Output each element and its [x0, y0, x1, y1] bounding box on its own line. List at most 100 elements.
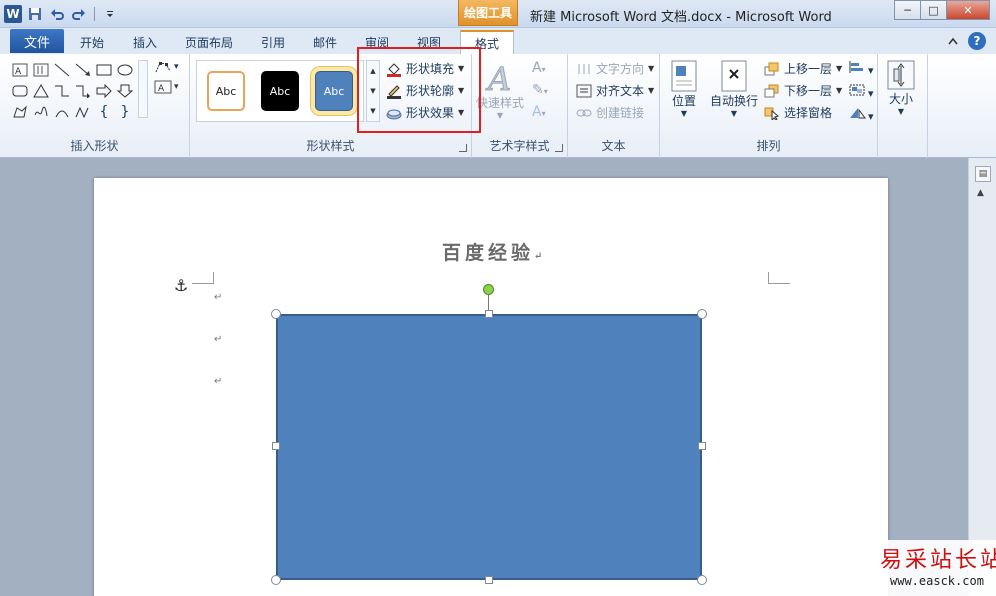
line-shape-icon[interactable] — [52, 60, 72, 80]
tab-file[interactable]: 文件 — [10, 29, 64, 53]
position-button[interactable]: 位置 ▼ — [670, 60, 698, 118]
word-app-icon[interactable]: W — [4, 5, 22, 23]
bring-forward-button[interactable]: 上移一层 ▼ — [764, 60, 842, 77]
title-bar: W 绘图工具 新建 Microsoft Word 文档.docx - Micro… — [0, 0, 996, 28]
paragraph-mark: ↵ — [534, 251, 543, 262]
blue-rectangle-shape[interactable] — [276, 314, 702, 580]
quick-styles-label: 快速样式 — [476, 96, 525, 110]
style-preset-blue[interactable]: Abc — [315, 71, 353, 111]
anchor-icon[interactable]: ⚓ — [174, 276, 188, 295]
curve-shape-icon[interactable] — [73, 102, 93, 122]
paragraph-mark: ↵ — [214, 292, 223, 303]
draw-textbox-icon[interactable]: A ▾ — [154, 80, 179, 94]
send-backward-label: 下移一层 — [784, 84, 833, 98]
right-arrow-shape-icon[interactable] — [94, 81, 114, 101]
document-page[interactable]: 百度经验↵ ⚓ ↵ ↵ ↵ — [94, 178, 888, 596]
shapes-gallery[interactable]: A { } — [10, 60, 140, 122]
text-effects-icon[interactable]: A▾ — [532, 104, 548, 120]
resize-handle-bottom-left[interactable] — [271, 575, 281, 585]
quick-styles-button[interactable]: A 快速样式 ▼ — [476, 60, 524, 120]
arrow-line-shape-icon[interactable] — [73, 60, 93, 80]
heading-text: 百度经验 — [442, 242, 535, 264]
size-label: 大小 — [888, 92, 913, 106]
triangle-shape-icon[interactable] — [31, 81, 51, 101]
freeform-shape-icon[interactable] — [10, 102, 30, 122]
wordart-dialog-launcher[interactable] — [555, 144, 563, 152]
elbow-arrow-shape-icon[interactable] — [73, 81, 93, 101]
style-preset-black[interactable]: Abc — [261, 71, 299, 111]
tab-home[interactable]: 开始 — [80, 34, 104, 51]
resize-handle-bottom[interactable] — [485, 576, 493, 584]
minimize-button[interactable]: ─ — [894, 0, 920, 20]
save-icon[interactable] — [26, 5, 44, 23]
textbox-shape-icon[interactable]: A — [10, 60, 30, 80]
view-ruler-icon[interactable]: ▤ — [975, 166, 991, 182]
rectangle-shape-icon[interactable] — [94, 60, 114, 80]
resize-handle-left[interactable] — [272, 442, 280, 450]
link-icon — [576, 109, 592, 116]
edit-shape-icon[interactable]: ▾ — [154, 60, 179, 74]
customize-qat-icon[interactable] — [101, 5, 119, 23]
create-link-button[interactable]: 创建链接 — [576, 104, 654, 121]
resize-handle-top-right[interactable] — [697, 309, 707, 319]
text-direction-button[interactable]: 文字方向 ▼ — [576, 60, 654, 77]
right-brace-shape-icon[interactable]: } — [115, 102, 135, 122]
wrap-text-icon — [721, 60, 747, 92]
undo-icon[interactable] — [48, 5, 66, 23]
shape-styles-gallery[interactable]: Abc Abc Abc — [196, 60, 364, 122]
position-label: 位置 — [671, 94, 696, 108]
collapse-ribbon-icon[interactable] — [948, 34, 958, 48]
edit-shape-tools: ▾ A ▾ — [154, 60, 179, 94]
align-icon[interactable]: ▾ — [848, 60, 874, 77]
vertical-scrollbar[interactable]: ▤ ▲ — [968, 158, 996, 596]
dropdown-arrow-icon: ▼ — [496, 111, 504, 120]
left-brace-shape-icon[interactable]: { — [94, 102, 114, 122]
wrap-text-button[interactable]: 自动换行 ▼ — [710, 60, 758, 118]
redo-icon[interactable] — [70, 5, 88, 23]
rotate-icon[interactable]: ▾ — [848, 106, 874, 123]
rounded-rect-shape-icon[interactable] — [10, 81, 30, 101]
layer-commands: 上移一层 ▼ 下移一层 ▼ 选择窗格 — [764, 60, 842, 121]
vertical-textbox-shape-icon[interactable] — [31, 60, 51, 80]
close-button[interactable]: ✕ — [946, 0, 990, 20]
send-backward-button[interactable]: 下移一层 ▼ — [764, 82, 842, 99]
document-heading[interactable]: 百度经验↵ — [442, 238, 542, 265]
group-objects-icon[interactable]: ▾ — [848, 83, 874, 100]
resize-handle-bottom-right[interactable] — [697, 575, 707, 585]
help-icon[interactable]: ? — [968, 32, 986, 50]
down-arrow-shape-icon[interactable] — [115, 81, 135, 101]
rotation-handle[interactable] — [483, 284, 494, 295]
send-backward-icon — [764, 84, 779, 97]
text-fill-icon[interactable]: A▾ — [532, 60, 548, 76]
scroll-up-arrow-icon[interactable]: ▲ — [977, 188, 984, 198]
text-outline-icon[interactable]: ✎▾ — [532, 82, 548, 98]
tab-insert[interactable]: 插入 — [133, 34, 157, 51]
text-commands: 文字方向 ▼ 对齐文本 ▼ 创建链接 — [576, 60, 654, 121]
tab-mailings[interactable]: 邮件 — [313, 34, 337, 51]
maximize-button[interactable]: □ — [920, 0, 946, 20]
resize-handle-top-left[interactable] — [271, 309, 281, 319]
group-wordart-styles: A 快速样式 ▼ A▾ ✎▾ A▾ 艺术字样式 — [472, 54, 568, 158]
align-text-button[interactable]: 对齐文本 ▼ — [576, 82, 654, 99]
resize-handle-right[interactable] — [698, 442, 706, 450]
tab-page-layout[interactable]: 页面布局 — [185, 34, 233, 51]
paragraph-mark: ↵ — [214, 376, 223, 387]
style-preset-outline[interactable]: Abc — [207, 71, 245, 111]
shape-styles-dialog-launcher[interactable] — [459, 144, 467, 152]
size-icon — [887, 60, 915, 90]
align-text-label: 对齐文本 — [596, 84, 645, 98]
site-watermark: 易采站长站 www.easck.com — [872, 540, 996, 596]
tab-row-right: ? — [948, 32, 986, 50]
align-text-icon — [576, 84, 592, 97]
shapes-gallery-scroll[interactable] — [138, 60, 148, 118]
scribble-shape-icon[interactable] — [31, 102, 51, 122]
text-direction-icon — [578, 63, 590, 74]
selection-pane-button[interactable]: 选择窗格 — [764, 104, 842, 121]
size-button[interactable]: 大小 ▼ — [886, 60, 916, 116]
elbow-connector-shape-icon[interactable] — [52, 81, 72, 101]
resize-handle-top[interactable] — [485, 310, 493, 318]
selection-pane-label: 选择窗格 — [784, 106, 833, 120]
arc-shape-icon[interactable] — [52, 102, 72, 122]
oval-shape-icon[interactable] — [115, 60, 135, 80]
tab-references[interactable]: 引用 — [261, 34, 285, 51]
